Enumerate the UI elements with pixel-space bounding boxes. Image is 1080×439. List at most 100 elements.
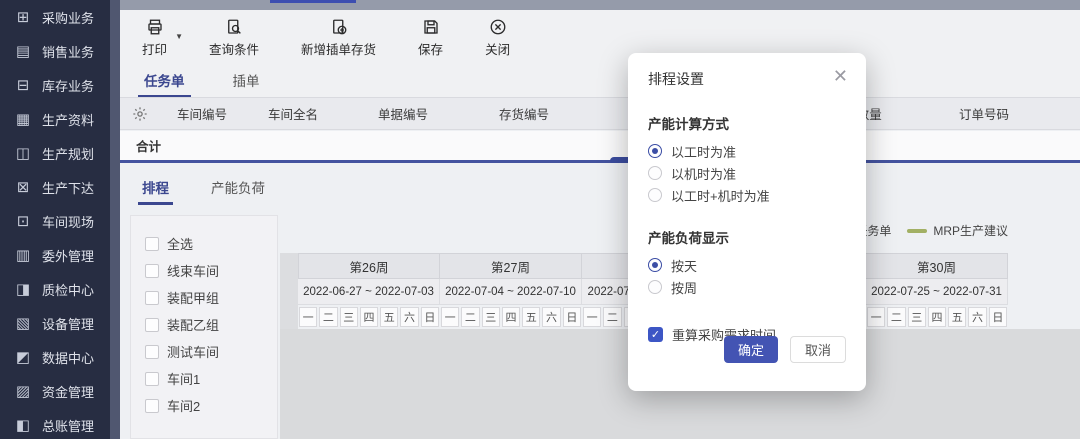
weekday-cell[interactable]: 三 <box>340 307 358 327</box>
weekday-cell[interactable]: 日 <box>563 307 581 327</box>
radio-label: 按周 <box>671 278 697 297</box>
weekday-cell[interactable]: 一 <box>867 307 885 327</box>
weekday-cell[interactable]: 四 <box>928 307 946 327</box>
checkbox-label: 车间1 <box>167 369 200 388</box>
column-header-7[interactable]: 订单号码 <box>914 104 1054 123</box>
query-conditions-button[interactable]: 查询条件 <box>209 18 259 58</box>
tab-插单[interactable]: 插单 <box>231 64 262 96</box>
legend-label: MRP生产建议 <box>933 222 1008 239</box>
add-insert-order-button[interactable]: 新增插单存货 <box>301 18 376 58</box>
modal-options-group: 以工时为准以机时为准以工时+机时为准 <box>648 143 846 203</box>
workshop-checkbox-6[interactable]: 车间1 <box>145 365 277 392</box>
column-header-2[interactable]: 车间全名 <box>244 104 342 123</box>
save-button[interactable]: 保存 <box>418 18 443 58</box>
sidebar-item-10[interactable]: ▧设备管理 <box>0 306 110 340</box>
workshop-checkbox-3[interactable]: 装配甲组 <box>145 284 277 311</box>
weekday-cell[interactable]: 四 <box>360 307 378 327</box>
workshop-checkbox-1[interactable]: 全选 <box>145 230 277 257</box>
sidebar-scrollbar[interactable] <box>110 0 120 439</box>
cancel-button[interactable]: 取消 <box>790 336 846 363</box>
sidebar-item-label: 生产资料 <box>42 110 94 129</box>
weekday-cell[interactable]: 日 <box>989 307 1007 327</box>
radio-option-以机时为准[interactable]: 以机时为准 <box>648 165 846 181</box>
sidebar-item-12[interactable]: ▨ 资金管理 <box>0 374 110 408</box>
workshop-checkbox-7[interactable]: 车间2 <box>145 392 277 419</box>
week-date-range: 2022-07-04 ~ 2022-07-10 <box>440 279 582 305</box>
weekday-cell[interactable]: 一 <box>441 307 459 327</box>
radio-icon <box>648 280 662 294</box>
print-dropdown-caret-icon[interactable]: ▼ <box>175 32 183 41</box>
tab-排程[interactable]: 排程 <box>142 177 169 205</box>
weekday-cell[interactable]: 六 <box>542 307 560 327</box>
column-settings-button[interactable] <box>120 106 160 122</box>
checkbox-label: 装配乙组 <box>167 315 219 334</box>
print-button[interactable]: 打印▼ <box>142 18 167 58</box>
close-icon <box>489 18 507 36</box>
sidebar-item-2[interactable]: ▤销售业务 <box>0 34 110 68</box>
sidebar-item-11[interactable]: ◩ 数据中心 <box>0 340 110 374</box>
sidebar-item-9[interactable]: ◨质检中心 <box>0 272 110 306</box>
week-day-cells: 一二三四五六日 <box>298 305 440 329</box>
checkbox-checked-icon: ✓ <box>648 327 663 342</box>
workshop-checkbox-4[interactable]: 装配乙组 <box>145 311 277 338</box>
sidebar-item-4[interactable]: ▦生产资料 <box>0 102 110 136</box>
sidebar-item-label: 车间现场 <box>42 212 94 231</box>
checkbox-icon <box>145 345 159 359</box>
workshop-checkbox-5[interactable]: 测试车间 <box>145 338 277 365</box>
weekday-cell[interactable]: 日 <box>421 307 439 327</box>
confirm-button[interactable]: 确定 <box>724 336 778 363</box>
weekday-cell[interactable]: 一 <box>299 307 317 327</box>
weekday-cell[interactable]: 三 <box>908 307 926 327</box>
weekday-cell[interactable]: 五 <box>948 307 966 327</box>
radio-option-以工时为准[interactable]: 以工时为准 <box>648 143 846 159</box>
week-date-range: 2022-06-27 ~ 2022-07-03 <box>298 279 440 305</box>
tab-任务单[interactable]: 任务单 <box>142 64 187 96</box>
radio-option-以工时+机时为准[interactable]: 以工时+机时为准 <box>648 187 846 203</box>
sidebar-item-5[interactable]: ◫生产规划 <box>0 136 110 170</box>
sidebar-item-7[interactable]: ⊡车间现场 <box>0 204 110 238</box>
sidebar-item-label: 数据中心 <box>42 348 94 367</box>
sidebar-item-label: 生产下达 <box>42 178 94 197</box>
close-button[interactable]: 关闭 <box>485 18 510 58</box>
week-label: 第26周 <box>298 253 440 279</box>
column-header-1[interactable]: 车间编号 <box>160 104 244 123</box>
data-center-icon: ◩ <box>14 348 32 366</box>
weekday-cell[interactable]: 四 <box>502 307 520 327</box>
weekday-cell[interactable]: 五 <box>522 307 540 327</box>
sidebar-item-label: 资金管理 <box>42 382 94 401</box>
toolbar-button-label: 查询条件 <box>209 39 259 58</box>
weekday-cell[interactable]: 六 <box>400 307 418 327</box>
query-conditions-icon <box>225 18 243 36</box>
weekday-cell[interactable]: 一 <box>583 307 601 327</box>
sidebar-item-label: 设备管理 <box>42 314 94 333</box>
column-header-3[interactable]: 单据编号 <box>342 104 464 123</box>
weekday-cell[interactable]: 二 <box>603 307 621 327</box>
summary-label: 合计 <box>120 136 161 155</box>
week-day-cells: 一二三四五六日 <box>440 305 582 329</box>
weekday-cell[interactable]: 五 <box>380 307 398 327</box>
dialog-close-icon[interactable]: ✕ <box>833 67 848 85</box>
week-label: 第27周 <box>440 253 582 279</box>
funds-icon: ▨ <box>14 382 32 400</box>
workshop-filter-panel: 全选线束车间装配甲组装配乙组测试车间车间1 车间2 <box>130 215 278 439</box>
toolbar-button-label: 新增插单存货 <box>301 39 376 58</box>
checkbox-label: 车间2 <box>167 396 200 415</box>
sidebar-item-6[interactable]: ⊠生产下达 <box>0 170 110 204</box>
weekday-cell[interactable]: 六 <box>968 307 986 327</box>
radio-option-按周[interactable]: 按周 <box>648 279 846 295</box>
weekday-cell[interactable]: 二 <box>887 307 905 327</box>
weekday-cell[interactable]: 三 <box>482 307 500 327</box>
sidebar-item-13[interactable]: ◧总账管理 <box>0 408 110 439</box>
workshop-checkbox-2[interactable]: 线束车间 <box>145 257 277 284</box>
sidebar-item-3[interactable]: ⊟库存业务 <box>0 68 110 102</box>
sidebar-item-label: 库存业务 <box>42 76 94 95</box>
weekday-cell[interactable]: 二 <box>319 307 337 327</box>
toolbar: 打印▼ 查询条件 新增插单存货 保存 关闭 <box>120 10 1080 62</box>
radio-option-按天[interactable]: 按天 <box>648 257 846 273</box>
weekday-cell[interactable]: 二 <box>461 307 479 327</box>
column-header-4[interactable]: 存货编号 <box>464 104 584 123</box>
gear-icon <box>132 106 148 122</box>
sidebar-item-1[interactable]: ⊞采购业务 <box>0 0 110 34</box>
tab-产能负荷[interactable]: 产能负荷 <box>211 177 265 205</box>
sidebar-item-8[interactable]: ▥委外管理 <box>0 238 110 272</box>
